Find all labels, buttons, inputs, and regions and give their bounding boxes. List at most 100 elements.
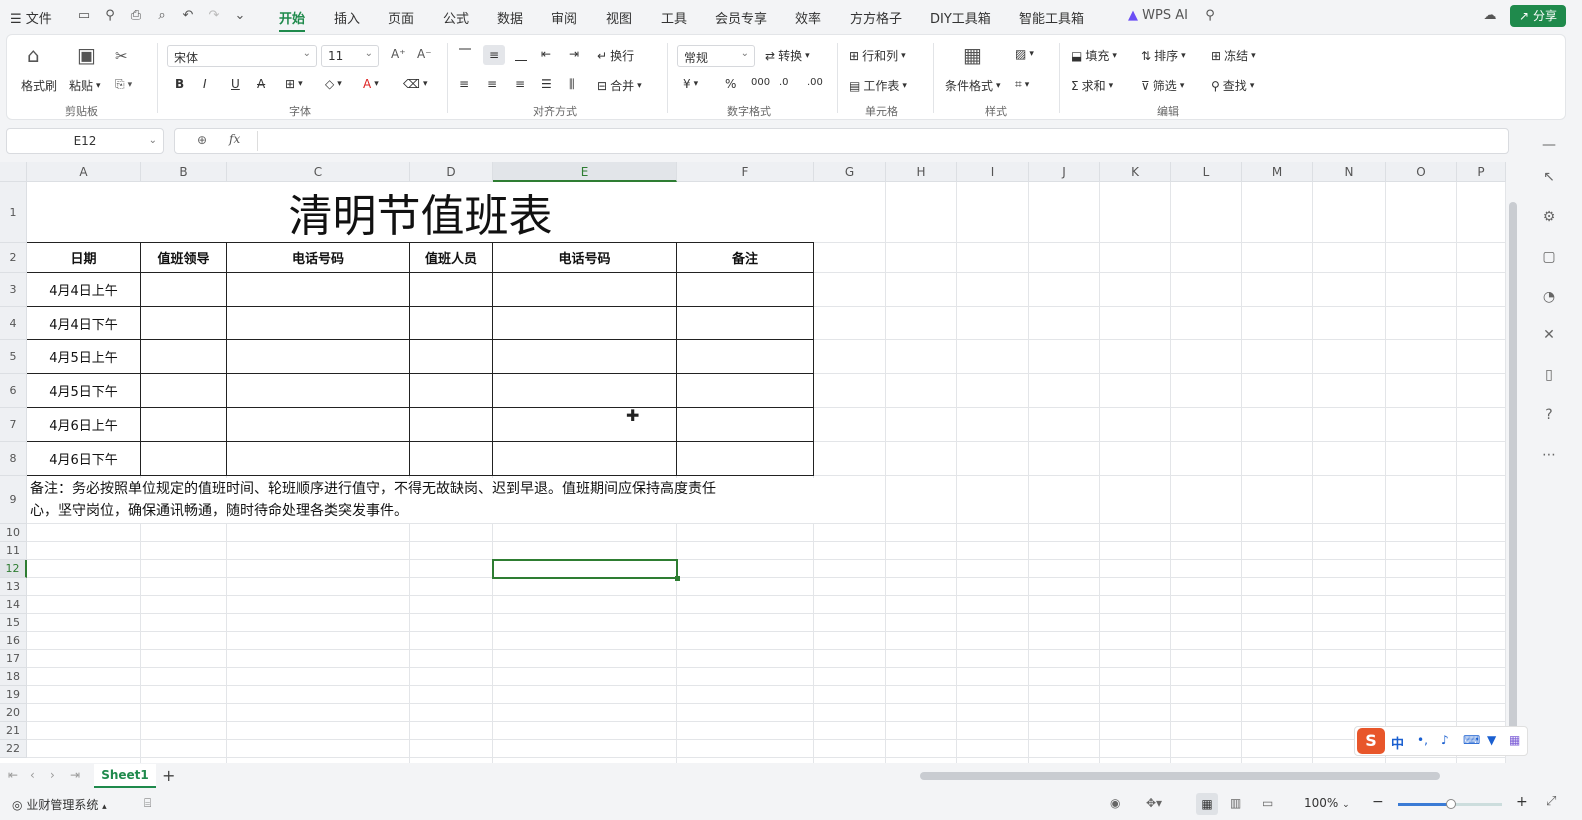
name-box[interactable]: E12 ⌄: [6, 128, 164, 154]
table-header-cell[interactable]: 备注: [677, 243, 814, 273]
column-header-E[interactable]: E: [493, 162, 677, 182]
currency-icon[interactable]: ¥ ▾: [683, 77, 698, 91]
row-header-17[interactable]: 17: [0, 650, 27, 668]
table-cell[interactable]: [227, 442, 410, 476]
zoom-level[interactable]: 100% ⌄: [1304, 796, 1350, 810]
table-cell[interactable]: [141, 374, 227, 408]
select-all-corner[interactable]: [0, 162, 27, 182]
column-header-N[interactable]: N: [1313, 162, 1386, 182]
scrollbar-thumb[interactable]: [1509, 202, 1517, 732]
table-header-cell[interactable]: 值班人员: [410, 243, 493, 273]
freeze-button[interactable]: ⊞ 冻结 ▾: [1211, 47, 1256, 64]
cut-icon[interactable]: ✂: [115, 47, 128, 65]
table-cell[interactable]: [493, 408, 677, 442]
row-header-20[interactable]: 20: [0, 704, 27, 722]
align-center-icon[interactable]: ≡: [487, 77, 497, 91]
font-name-select[interactable]: 宋体 ⌄: [167, 45, 317, 67]
help-icon[interactable]: ?: [1540, 406, 1558, 424]
column-header-A[interactable]: A: [27, 162, 141, 182]
row-header-14[interactable]: 14: [0, 596, 27, 614]
table-style-icon[interactable]: ▨ ▾: [1015, 47, 1034, 61]
row-header-7[interactable]: 7: [0, 408, 27, 442]
decimal-increase-icon[interactable]: .0: [779, 77, 789, 88]
fill-color-icon[interactable]: ◇ ▾: [325, 77, 342, 91]
table-cell[interactable]: [141, 408, 227, 442]
bold-icon[interactable]: B: [175, 77, 184, 91]
microphone-icon[interactable]: ♪: [1441, 733, 1449, 747]
decimal-decrease-icon[interactable]: .00: [807, 77, 823, 88]
page-layout-view-icon[interactable]: ▥: [1230, 796, 1241, 810]
align-middle-icon[interactable]: ≡: [483, 45, 505, 65]
row-header-6[interactable]: 6: [0, 374, 27, 408]
cell-style-icon[interactable]: ⌗ ▾: [1015, 77, 1029, 92]
column-header-F[interactable]: F: [677, 162, 814, 182]
row-header-9[interactable]: 9: [0, 476, 27, 524]
column-header-D[interactable]: D: [410, 162, 493, 182]
tools-icon[interactable]: ✕: [1540, 326, 1558, 344]
fill-button[interactable]: ⬓ 填充 ▾: [1071, 47, 1117, 64]
column-header-M[interactable]: M: [1242, 162, 1313, 182]
horizontal-scrollbar[interactable]: [920, 772, 1440, 780]
table-cell[interactable]: [493, 307, 677, 340]
tab-1[interactable]: 插入: [334, 8, 360, 27]
distribute-icon[interactable]: ⫼: [569, 77, 575, 92]
font-color-icon[interactable]: A ▾: [363, 77, 379, 91]
percent-icon[interactable]: %: [725, 77, 736, 91]
table-cell[interactable]: [410, 340, 493, 374]
tab-12[interactable]: 智能工具箱: [1019, 8, 1084, 27]
table-cell[interactable]: [141, 307, 227, 340]
fill-handle[interactable]: [675, 576, 680, 581]
strikethrough-icon[interactable]: A: [257, 77, 265, 91]
table-header-cell[interactable]: 日期: [27, 243, 141, 273]
table-cell[interactable]: [227, 273, 410, 307]
shape-icon[interactable]: ▢: [1540, 248, 1558, 266]
tab-10[interactable]: 方方格子: [850, 8, 902, 27]
table-cell[interactable]: [493, 374, 677, 408]
tab-3[interactable]: 公式: [443, 8, 469, 27]
table-header-cell[interactable]: 电话号码: [493, 243, 677, 273]
table-cell[interactable]: [493, 273, 677, 307]
sort-button[interactable]: ⇅ 排序 ▾: [1141, 47, 1186, 64]
column-header-I[interactable]: I: [957, 162, 1029, 182]
layout-tool-icon[interactable]: ✥▾: [1146, 796, 1162, 810]
share-doc-icon[interactable]: ⚲: [102, 8, 118, 24]
table-cell[interactable]: [677, 374, 814, 408]
table-cell[interactable]: [410, 374, 493, 408]
row-header-21[interactable]: 21: [0, 722, 27, 740]
fullscreen-icon[interactable]: ⤢: [1546, 794, 1556, 809]
row-header-12[interactable]: 12: [0, 560, 27, 578]
table-cell[interactable]: [227, 374, 410, 408]
conditional-format-button[interactable]: 条件格式 ▾: [945, 77, 1001, 94]
row-header-10[interactable]: 10: [0, 524, 27, 542]
tab-4[interactable]: 数据: [497, 8, 523, 27]
table-cell[interactable]: [493, 442, 677, 476]
sheet-title[interactable]: 清明节值班表: [27, 182, 814, 243]
tab-8[interactable]: 会员专享: [715, 8, 767, 27]
align-right-icon[interactable]: ≡: [515, 77, 525, 91]
row-header-4[interactable]: 4: [0, 307, 27, 340]
macro-icon[interactable]: ⌸: [144, 796, 151, 811]
worksheet-button[interactable]: ▤ 工作表 ▾: [849, 77, 907, 94]
font-size-select[interactable]: 11 ⌄: [321, 45, 379, 67]
row-header-5[interactable]: 5: [0, 340, 27, 374]
first-sheet-icon[interactable]: ⇤: [8, 768, 18, 782]
table-cell[interactable]: [227, 307, 410, 340]
wrap-text-button[interactable]: ↵ 换行: [597, 47, 634, 64]
format-painter-button[interactable]: 格式刷: [21, 77, 57, 94]
column-header-O[interactable]: O: [1386, 162, 1457, 182]
column-header-B[interactable]: B: [141, 162, 227, 182]
indent-increase-icon[interactable]: ⇥: [569, 47, 579, 61]
tab-9[interactable]: 效率: [795, 8, 821, 27]
row-header-16[interactable]: 16: [0, 632, 27, 650]
table-cell[interactable]: [410, 442, 493, 476]
last-sheet-icon[interactable]: ⇥: [70, 768, 80, 782]
spreadsheet-grid[interactable]: A B C D E F G H I J K L M N O P 1 2 3 4 5 6 7 8 9 10 11 12 13 14 15 16 1…: [0, 162, 1506, 763]
tab-11[interactable]: DIY工具箱: [930, 8, 991, 27]
row-header-11[interactable]: 11: [0, 542, 27, 560]
skin-icon[interactable]: ▼: [1487, 733, 1496, 747]
paste-button[interactable]: 粘贴 ▾: [69, 77, 101, 94]
table-cell[interactable]: [227, 408, 410, 442]
eye-protect-icon[interactable]: ◉: [1110, 796, 1120, 810]
sum-button[interactable]: Σ 求和 ▾: [1071, 77, 1113, 94]
align-bottom-icon[interactable]: ⎽: [515, 47, 527, 62]
